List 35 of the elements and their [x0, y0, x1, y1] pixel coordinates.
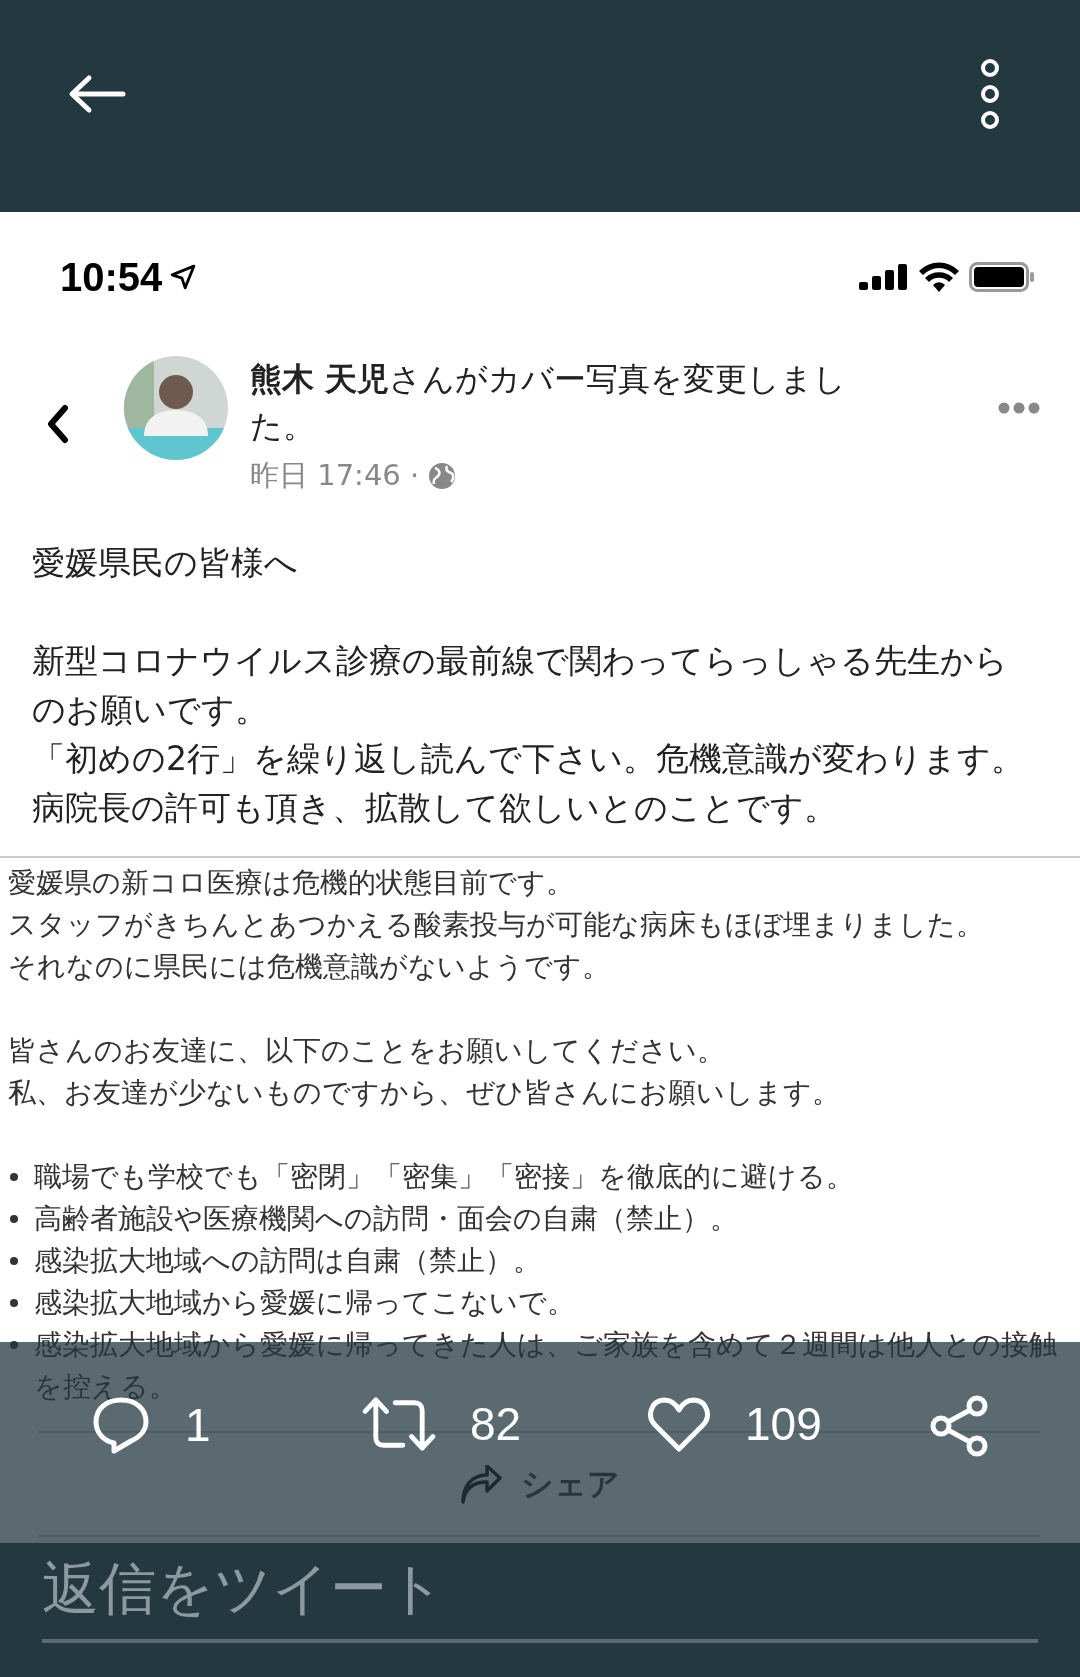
location-arrow-icon: [170, 264, 197, 290]
bullet-text: 職場でも学校でも「密閉」「密集」「密接」を徹底的に避ける。: [34, 1159, 854, 1194]
bullet-icon: [10, 1257, 18, 1265]
greeting-text: 愛媛県民の皆様へ: [32, 542, 299, 584]
share-icon[interactable]: [928, 1395, 990, 1457]
post-timestamp: 昨日 17:46 ·: [250, 457, 420, 494]
notice-line: 愛媛県の新コロ医療は危機的状態目前です。: [8, 865, 575, 900]
heart-icon[interactable]: [647, 1395, 711, 1453]
clock-time: 10:54: [60, 254, 163, 300]
post-paragraph: 病院長の許可も頂き、拡散して欲しいとのことです。: [32, 787, 838, 829]
signal-icon: [859, 264, 909, 290]
bullet-text: 高齢者施設や医療機関への訪問・面会の自粛（禁止）。: [34, 1201, 738, 1236]
notice-line: 私、お友達が少ないものですから、ぜひ皆さんにお願いします。: [8, 1075, 841, 1110]
post-paragraph: 「初めの2行」を繰り返し読んで下さい。危機意識が変わります。: [32, 738, 1025, 780]
bullet-icon: [10, 1215, 18, 1223]
action-count: 109: [745, 1397, 822, 1451]
action-count: 1: [185, 1398, 211, 1452]
bullet-text: 感染拡大地域への訪問は自粛（禁止）。: [34, 1243, 541, 1278]
bullet-icon: [10, 1173, 18, 1181]
notice-line: スタッフがきちんとあつかえる酸素投与が可能な病床もほぼ埋まりました。: [8, 907, 985, 942]
action-count: 82: [470, 1397, 522, 1451]
more-options-icon[interactable]: [978, 58, 1002, 129]
back-chevron-icon[interactable]: [46, 404, 70, 444]
back-icon[interactable]: [67, 73, 127, 114]
post-paragraph: 新型コロナウイルス診療の最前線で関わってらっしゃる先生からのお願いです。: [32, 640, 1009, 731]
reply-field[interactable]: 返信をツイート: [42, 1551, 1038, 1643]
post-header: 熊木 天児さんがカバー写真を変更しました。: [250, 359, 848, 447]
notice-line: それなのに県民には危機意識がないようです。: [8, 949, 611, 984]
battery-icon: [969, 262, 1035, 292]
globe-icon: [427, 461, 458, 491]
bullet-text: 感染拡大地域から愛媛に帰ってこないで。: [34, 1285, 575, 1320]
retweet-icon[interactable]: [362, 1395, 436, 1453]
notice-line: 皆さんのお友達に、以下のことをお願いしてください。: [8, 1033, 726, 1068]
wifi-icon: [919, 262, 959, 292]
bullet-icon: [10, 1299, 18, 1307]
